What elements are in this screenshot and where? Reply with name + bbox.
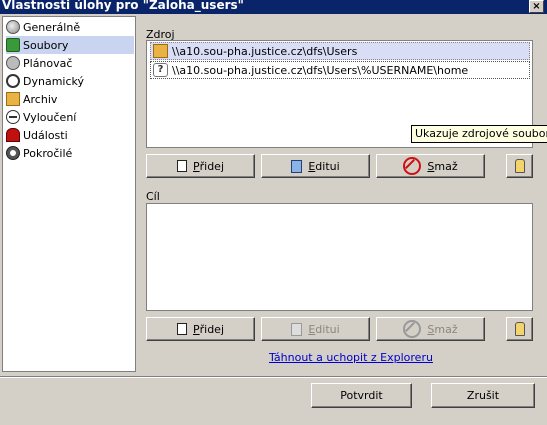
- sidebar-item-general[interactable]: Generálně: [6, 18, 134, 36]
- files-icon: [6, 38, 20, 52]
- hand-icon: [514, 322, 525, 336]
- sidebar-item-advanced[interactable]: Pokročilé: [6, 144, 134, 162]
- target-delete-button[interactable]: Smaž: [376, 317, 485, 341]
- sidebar-item-label: Události: [23, 128, 68, 142]
- sidebar-item-files[interactable]: Soubory: [6, 36, 134, 54]
- source-path: \\a10.sou-pha.justice.cz\dfs\Users\%USER…: [172, 63, 469, 77]
- target-add-button[interactable]: Přidej: [146, 317, 255, 341]
- source-path: \\a10.sou-pha.justice.cz\dfs\Users: [172, 44, 358, 58]
- general-icon: [6, 20, 20, 34]
- target-delete-key: S: [427, 322, 435, 336]
- close-button[interactable]: ×: [529, 0, 544, 13]
- unknown-path-icon: ?: [153, 63, 168, 77]
- source-edit-key: E: [308, 159, 316, 173]
- delete-icon: [403, 320, 422, 338]
- clipboard-icon: [291, 159, 303, 173]
- target-drag-button[interactable]: [506, 317, 533, 341]
- target-delete-label: maž: [434, 322, 458, 336]
- target-list[interactable]: [146, 203, 533, 311]
- tooltip: Ukazuje zdrojové soubory n: [411, 125, 547, 143]
- sidebar-item-exclusion[interactable]: Vyloučení: [6, 108, 134, 126]
- target-label: Cíl: [146, 190, 160, 203]
- source-add-key: P: [192, 159, 200, 173]
- sidebar-item-archive[interactable]: Archiv: [6, 90, 134, 108]
- new-document-icon: [176, 323, 187, 335]
- sidebar-item-scheduler[interactable]: Plánovač: [6, 54, 134, 72]
- sidebar-item-label: Generálně: [23, 20, 81, 34]
- target-edit-button[interactable]: Editui: [261, 317, 370, 341]
- confirm-label: Potvrdit: [340, 389, 383, 402]
- clipboard-icon: [291, 322, 303, 336]
- source-edit-label: ditui: [315, 159, 340, 173]
- sidebar-item-label: Vyloučení: [23, 110, 77, 124]
- delete-icon: [403, 157, 422, 175]
- cancel-label: Zrušit: [466, 389, 500, 402]
- exclusion-icon: [6, 110, 20, 124]
- sidebar-item-dynamic[interactable]: Dynamický: [6, 72, 134, 90]
- folder-icon: [153, 44, 168, 58]
- dynamic-icon: [6, 74, 20, 88]
- source-delete-label: maž: [434, 159, 458, 173]
- confirm-button[interactable]: Potvrdit: [311, 383, 412, 408]
- footer-divider: [0, 376, 547, 378]
- list-item[interactable]: ? \\a10.sou-pha.justice.cz\dfs\Users\%US…: [150, 61, 530, 79]
- scheduler-icon: [6, 56, 20, 70]
- sidebar: Generálně Soubory Plánovač Dynamický Arc…: [2, 16, 136, 372]
- new-document-icon: [176, 160, 187, 172]
- source-drag-button[interactable]: [506, 154, 533, 178]
- cancel-button[interactable]: Zrušit: [431, 383, 535, 408]
- events-icon: [6, 128, 20, 142]
- source-add-button[interactable]: Přidej: [146, 154, 255, 178]
- target-add-key: P: [192, 322, 200, 336]
- target-add-label: řidej: [199, 322, 225, 336]
- sidebar-item-label: Pokročilé: [23, 146, 73, 160]
- source-add-label: řidej: [199, 159, 225, 173]
- drag-from-explorer-link[interactable]: Táhnout a uchopit z Exploreru: [269, 351, 433, 364]
- title-bar: Vlastnosti úlohy pro "Zaloha_users" ×: [0, 0, 547, 14]
- advanced-icon: [6, 146, 20, 160]
- window-title: Vlastnosti úlohy pro "Zaloha_users": [2, 0, 244, 12]
- sidebar-item-label: Plánovač: [23, 56, 73, 70]
- hand-icon: [514, 159, 525, 173]
- target-edit-label: ditui: [315, 322, 340, 336]
- list-item[interactable]: \\a10.sou-pha.justice.cz\dfs\Users: [150, 42, 530, 60]
- sidebar-item-label: Archiv: [23, 92, 58, 106]
- target-edit-key: E: [308, 322, 316, 336]
- source-edit-button[interactable]: Editui: [261, 154, 370, 178]
- source-delete-button[interactable]: Smaž: [376, 154, 485, 178]
- archive-icon: [6, 92, 20, 106]
- sidebar-item-label: Dynamický: [23, 74, 84, 88]
- sidebar-item-label: Soubory: [23, 38, 69, 52]
- source-delete-key: S: [427, 159, 435, 173]
- sidebar-item-events[interactable]: Události: [6, 126, 134, 144]
